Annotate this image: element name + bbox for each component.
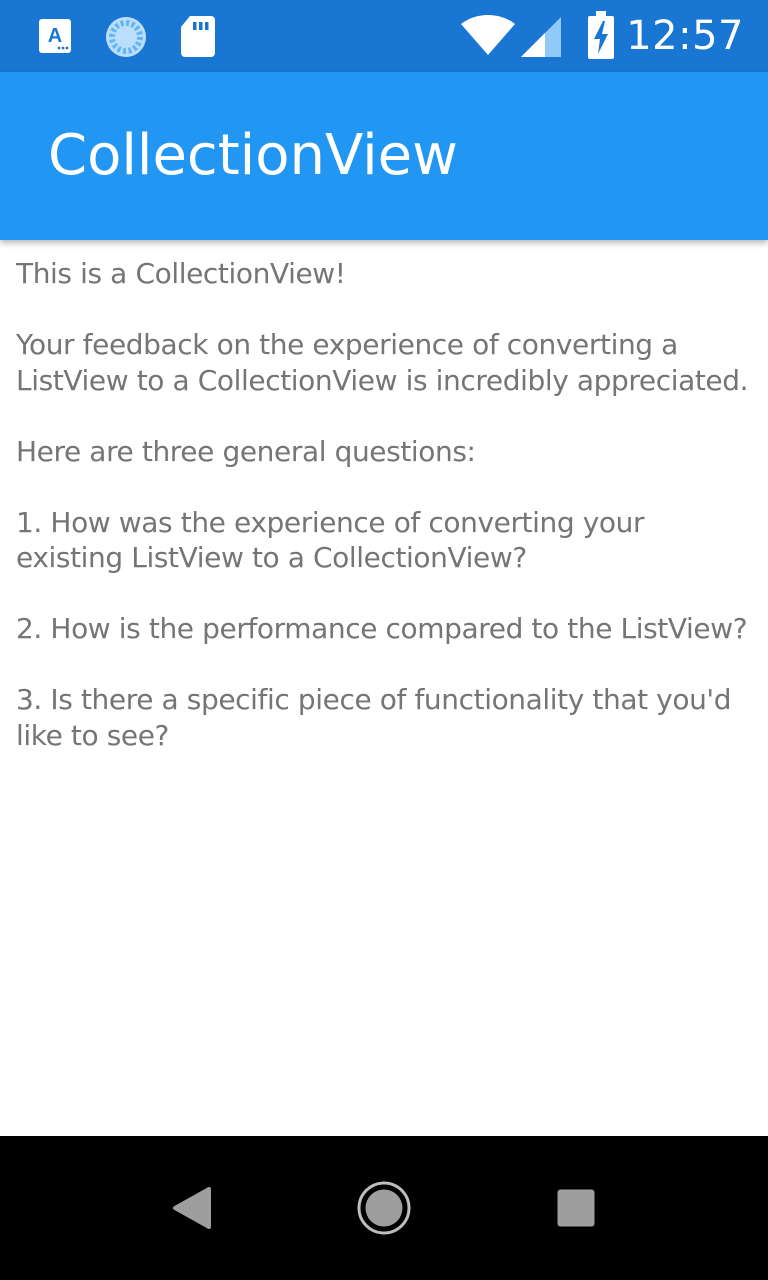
question-1: 1. How was the experience of converting … bbox=[16, 505, 645, 575]
home-icon[interactable] bbox=[356, 1180, 412, 1236]
status-time: 12:57 bbox=[626, 13, 744, 59]
battery-charging-icon bbox=[588, 11, 614, 59]
cell-signal-icon bbox=[521, 17, 561, 57]
svg-text:A: A bbox=[48, 25, 62, 47]
status-bar: A 12:57 bbox=[0, 0, 768, 72]
navigation-bar bbox=[0, 1136, 768, 1280]
recents-icon[interactable] bbox=[548, 1180, 604, 1236]
intro-paragraph: This is a CollectionView! bbox=[16, 257, 346, 290]
feedback-paragraph: Your feedback on the experience of conve… bbox=[16, 328, 749, 397]
question-2: 2. How is the performance compared to th… bbox=[16, 612, 748, 645]
back-icon[interactable] bbox=[164, 1180, 220, 1236]
questions-heading: Here are three general questions: bbox=[16, 434, 476, 468]
page-title: CollectionView bbox=[48, 123, 458, 188]
app-bar: CollectionView bbox=[0, 72, 768, 240]
collection-view-text: This is a CollectionView! Your feedback … bbox=[16, 256, 758, 753]
question-3: 3. Is there a specific piece of function… bbox=[16, 683, 732, 752]
wifi-icon bbox=[461, 15, 515, 55]
a-notification-icon: A bbox=[39, 19, 71, 53]
sd-card-icon bbox=[181, 16, 215, 57]
sync-icon bbox=[106, 17, 146, 57]
